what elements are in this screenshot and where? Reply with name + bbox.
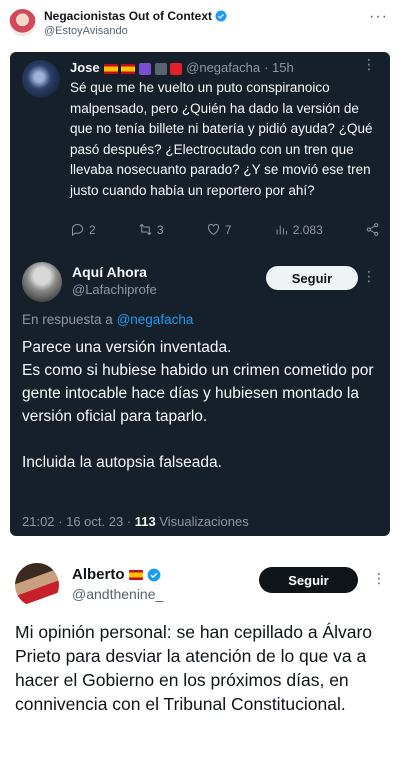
follow-button[interactable]: Seguir (266, 266, 358, 290)
avatar[interactable] (15, 563, 59, 607)
spain-flag-icon (128, 569, 143, 580)
avatar[interactable] (22, 262, 62, 302)
alberto-handle[interactable]: @andthenine_ (72, 586, 163, 602)
verified-badge-icon (147, 568, 160, 581)
embedded-screenshot: Jose @negafacha · 15h ⋮ Sé que me he vue… (10, 52, 390, 536)
reply-line: Parece una versión inventada. (22, 339, 232, 356)
more-options-icon[interactable]: ⋮ (362, 56, 376, 73)
alberto-name[interactable]: Alberto (72, 566, 125, 583)
quoted-time: · 15h (264, 60, 294, 75)
alberto-tweet-text: Mi opinión personal: se han cepillado a … (15, 622, 373, 714)
views-count: 2.083 (292, 222, 323, 237)
reply-button[interactable]: 2 (70, 222, 96, 237)
quoted-author-name[interactable]: Jose (70, 60, 100, 75)
tweet-actions: 2 3 7 2.083 (70, 222, 380, 237)
quoted-tweet-header: Jose @negafacha · 15h (70, 60, 294, 75)
in-reply-handle[interactable]: @negafacha (117, 312, 194, 327)
more-options-icon[interactable]: ··· (369, 8, 388, 26)
like-button[interactable]: 7 (206, 222, 232, 237)
heart-icon (207, 223, 219, 236)
tweet-timestamp: 21:02 · 16 oct. 23 · 113 Visualizaciones (22, 514, 249, 529)
reply-line: Es como si hubiese habido un crimen come… (22, 362, 374, 425)
in-reply-to: En respuesta a @negafacha (22, 312, 193, 327)
author-handle[interactable]: @EstoyAvisando (44, 25, 128, 37)
quoted-author-handle[interactable]: @negafacha (186, 60, 260, 75)
retweet-button[interactable]: 3 (138, 222, 164, 237)
more-options-icon[interactable]: ⋮ (372, 570, 386, 587)
emoji-flags (103, 60, 183, 75)
share-icon (366, 223, 379, 236)
avatar[interactable] (9, 9, 36, 36)
reply-author-name[interactable]: Aquí Ahora (72, 264, 147, 280)
verified-badge-icon (215, 10, 227, 22)
share-button[interactable] (365, 222, 380, 237)
follow-button[interactable]: Seguir (259, 567, 358, 593)
views-icon (276, 225, 287, 235)
views-number: 113 (134, 514, 156, 529)
author-name[interactable]: Negacionistas Out of Context (44, 9, 212, 23)
retweet-count: 3 (156, 222, 164, 237)
avatar[interactable] (22, 60, 60, 98)
reply-icon (72, 223, 84, 237)
reply-line: Incluida la autopsia falseada. (22, 454, 222, 471)
more-options-icon[interactable]: ⋮ (362, 268, 376, 285)
in-reply-prefix: En respuesta a (22, 312, 113, 327)
quoted-tweet-text: Sé que me he vuelto un puto conspiranoic… (70, 80, 373, 198)
like-count: 7 (224, 222, 232, 237)
retweet-icon (139, 223, 152, 236)
views-button[interactable]: 2.083 (274, 222, 323, 237)
tweet-header: Negacionistas Out of Context @EstoyAvisa… (0, 0, 400, 44)
author-name-row[interactable]: Negacionistas Out of Context (44, 9, 227, 23)
timestamp-text[interactable]: 21:02 · 16 oct. 23 · (22, 514, 131, 529)
reply-author-handle[interactable]: @Lafachiprofe (72, 282, 157, 297)
reply-count: 2 (89, 222, 96, 237)
reply-text: Parece una versión inventada. Es como si… (22, 336, 382, 474)
views-label: Visualizaciones (159, 514, 249, 529)
alberto-name-row[interactable]: Alberto (72, 566, 161, 583)
